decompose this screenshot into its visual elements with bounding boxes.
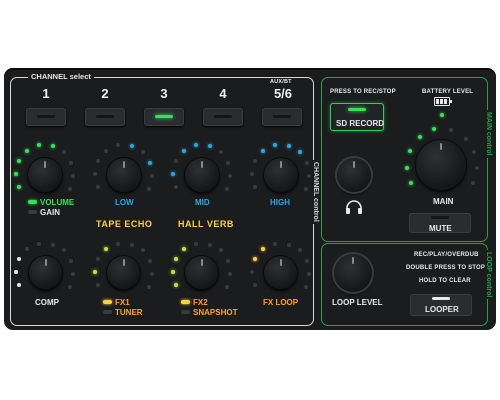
- loop-instruction-3: HOLD TO CLEAR: [419, 278, 471, 284]
- channel-5-6-button[interactable]: [262, 108, 302, 126]
- fx1-indicator: [103, 300, 112, 304]
- main-knob[interactable]: [416, 140, 466, 190]
- battery-icon: [434, 97, 452, 106]
- loop-level-label: LOOP LEVEL: [332, 298, 383, 307]
- mid-knob[interactable]: [185, 158, 219, 192]
- channel-control-label: CHANNEL control: [312, 160, 319, 224]
- loop-level-knob[interactable]: [334, 254, 372, 292]
- low-label: LOW: [115, 198, 134, 207]
- main-control-label: MAIN control: [485, 110, 492, 158]
- loop-instruction-2: DOUBLE PRESS TO STOP: [406, 265, 486, 271]
- gain-label: GAIN: [40, 208, 60, 217]
- channel-3-button[interactable]: [144, 108, 184, 126]
- channel-1-button[interactable]: [26, 108, 66, 126]
- fx2-knob[interactable]: [185, 256, 218, 289]
- loop-instruction-1: REC/PLAY/OVERDUB: [414, 252, 479, 258]
- high-label: HIGH: [270, 198, 290, 207]
- channel-2-button[interactable]: [85, 108, 125, 126]
- tuner-indicator: [103, 310, 112, 314]
- fx1-knob[interactable]: [107, 256, 140, 289]
- channel-1-number: 1: [42, 86, 50, 101]
- low-knob[interactable]: [107, 158, 141, 192]
- volume-knob[interactable]: [28, 158, 62, 192]
- fx-loop-label: FX LOOP: [263, 298, 299, 307]
- press-rec-stop-label: PRESS TO REC/STOP: [330, 89, 396, 95]
- sd-record-label: SD RECORD: [336, 119, 385, 128]
- main-label: MAIN: [433, 197, 454, 206]
- tuner-label: TUNER: [115, 308, 143, 317]
- aux-bt-label: AUX/BT: [270, 79, 292, 85]
- tape-echo-label: TAPE ECHO: [96, 219, 153, 229]
- channel-4-button[interactable]: [203, 108, 243, 126]
- channel-4-number: 4: [219, 86, 227, 101]
- looper-label: LOOPER: [425, 305, 459, 314]
- fx-loop-knob[interactable]: [264, 256, 297, 289]
- channel-2-number: 2: [101, 86, 109, 101]
- fx2-indicator: [181, 300, 190, 304]
- mid-label: MID: [195, 198, 210, 207]
- high-knob[interactable]: [264, 158, 298, 192]
- channel-select-title: CHANNEL select: [28, 72, 94, 81]
- volume-indicator: [28, 200, 37, 204]
- hall-verb-label: HALL VERB: [178, 219, 234, 229]
- snapshot-indicator: [181, 310, 190, 314]
- battery-level-label: BATTERY LEVEL: [422, 89, 474, 95]
- comp-knob[interactable]: [29, 256, 62, 289]
- gain-indicator: [28, 210, 37, 214]
- mute-label: MUTE: [429, 224, 452, 233]
- fx2-label: FX2: [193, 298, 208, 307]
- volume-label: VOLUME: [40, 198, 75, 207]
- loop-control-label: LOOP control: [485, 250, 492, 300]
- channel-5-6-number: 5/6: [273, 86, 293, 101]
- snapshot-label: SNAPSHOT: [193, 308, 238, 317]
- headphones-icon: [345, 200, 363, 214]
- comp-label: COMP: [35, 298, 59, 307]
- fx1-label: FX1: [115, 298, 130, 307]
- headphone-knob[interactable]: [337, 158, 371, 192]
- channel-3-number: 3: [160, 86, 168, 101]
